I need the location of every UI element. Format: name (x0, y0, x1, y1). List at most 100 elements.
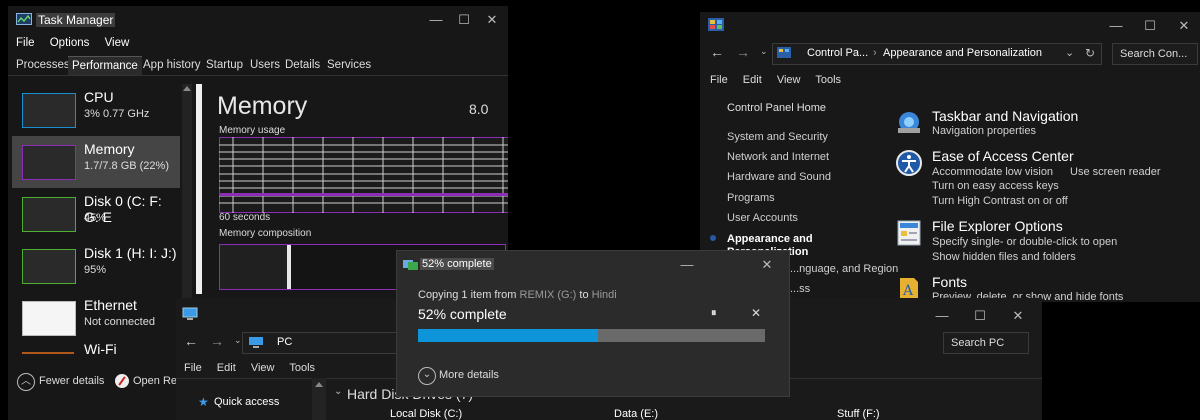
nav-user-accounts[interactable]: User Accounts (727, 212, 798, 224)
location-pc[interactable]: PC (277, 336, 292, 348)
menu-bar: File Edit View Tools (710, 74, 841, 86)
destination-link[interactable]: Hindi (592, 289, 617, 301)
task-manager-titlebar[interactable]: Task Manager — ☐ ✕ (8, 6, 508, 34)
tab-users[interactable]: Users (246, 56, 284, 74)
minimize-button[interactable]: — (1102, 12, 1130, 40)
perf-item-memory[interactable]: Memory 1.7/7.8 GB (22%) (12, 136, 180, 188)
minimize-button[interactable]: — (928, 302, 956, 330)
close-button[interactable]: ✕ (1170, 12, 1198, 40)
detail-separator (196, 84, 202, 294)
scroll-up-arrow[interactable] (183, 86, 191, 91)
tab-app-history[interactable]: App history (139, 56, 205, 74)
nav-pane-scrollbar[interactable] (312, 378, 326, 420)
chevron-down-icon[interactable]: ⌄ (418, 367, 436, 385)
memory-composition-label: Memory composition (219, 228, 312, 239)
menu-edit[interactable]: Edit (217, 362, 236, 374)
source-link[interactable]: REMIX (G:) (520, 289, 577, 301)
memory-total: 8.0 (469, 101, 489, 117)
navigation-properties-link[interactable]: Navigation properties (932, 125, 1036, 137)
nav-network-internet[interactable]: Network and Internet (727, 151, 829, 163)
breadcrumb-appearance[interactable]: Appearance and Personalization (883, 47, 1042, 59)
single-double-click-link[interactable]: Specify single- or double-click to open (932, 236, 1117, 248)
pause-button[interactable]: ⏸ (711, 307, 717, 320)
accommodate-low-vision-link[interactable]: Accommodate low vision (932, 166, 1053, 178)
menu-file[interactable]: File (710, 74, 728, 86)
fewer-details-button[interactable]: Fewer details (39, 375, 104, 387)
breadcrumb-control-panel[interactable]: Control Pa... (807, 47, 868, 59)
file-explorer-options-link[interactable]: File Explorer Options (932, 218, 1063, 234)
control-panel-icon (708, 18, 724, 31)
tab-divider (8, 75, 508, 76)
progress-fill (418, 329, 599, 342)
perf-item-disk0[interactable]: Disk 0 (C: F: G: E 45% (12, 188, 180, 240)
menu-file[interactable]: File (184, 362, 202, 374)
forward-arrow-icon[interactable]: → (736, 44, 750, 60)
perf-item-disk1[interactable]: Disk 1 (H: I: J:) 95% (12, 240, 180, 292)
maximize-button[interactable]: ☐ (966, 302, 994, 330)
menu-edit[interactable]: Edit (743, 74, 762, 86)
minimize-button[interactable]: — (673, 251, 701, 279)
menu-view[interactable]: View (251, 362, 275, 374)
drive-e[interactable]: Data (E:) (614, 408, 658, 420)
copy-icon (403, 260, 418, 270)
menu-file[interactable]: File (16, 37, 35, 49)
menu-bar: File Options View (16, 37, 141, 49)
close-button[interactable]: ✕ (478, 6, 506, 34)
maximize-button[interactable]: ☐ (450, 6, 478, 34)
close-button[interactable]: ✕ (1004, 302, 1032, 330)
chevron-up-icon[interactable]: ︿ (17, 373, 35, 391)
collapse-chevron-icon[interactable]: ⌄ (334, 386, 342, 397)
search-box[interactable]: Search Con... (1112, 43, 1198, 65)
menu-view[interactable]: View (105, 37, 130, 49)
perf-item-name: Disk 1 (H: I: J:) (84, 245, 177, 261)
drive-f[interactable]: Stuff (F:) (837, 408, 880, 420)
perf-item-name: Memory (84, 141, 135, 157)
tab-performance[interactable]: Performance (68, 56, 142, 75)
minimize-button[interactable]: — (422, 6, 450, 34)
nav-hardware-sound[interactable]: Hardware and Sound (727, 171, 831, 183)
high-contrast-link[interactable]: Turn High Contrast on or off (932, 195, 1068, 207)
back-arrow-icon[interactable]: ← (184, 333, 198, 349)
easy-access-keys-link[interactable]: Turn on easy access keys (932, 180, 1059, 192)
scroll-up-arrow[interactable] (315, 382, 323, 387)
recent-locations-icon[interactable]: ⌄ (760, 46, 768, 57)
tab-startup[interactable]: Startup (202, 56, 247, 74)
fonts-link[interactable]: Fonts (932, 274, 967, 290)
menu-tools[interactable]: Tools (289, 362, 315, 374)
nav-system-security[interactable]: System and Security (727, 131, 828, 143)
nav-programs[interactable]: Programs (727, 192, 775, 204)
address-bar[interactable]: PC (242, 332, 398, 354)
menu-tools[interactable]: Tools (815, 74, 841, 86)
nav-ease-of-access[interactable]: ...ss (790, 283, 810, 295)
perf-item-cpu[interactable]: CPU 3% 0.77 GHz (12, 84, 180, 136)
forward-arrow-icon[interactable]: → (210, 333, 224, 349)
refresh-icon[interactable]: ↻ (1085, 46, 1095, 60)
perf-item-wifi[interactable]: Wi-Fi (12, 341, 180, 362)
nav-control-panel-home[interactable]: Control Panel Home (727, 102, 826, 114)
drive-c[interactable]: Local Disk (C:) (390, 408, 462, 420)
close-button[interactable]: ✕ (753, 251, 781, 279)
back-arrow-icon[interactable]: ← (710, 44, 724, 60)
recent-locations-icon[interactable]: ⌄ (234, 335, 242, 346)
use-screen-reader-link[interactable]: Use screen reader (1070, 166, 1161, 178)
search-box[interactable]: Search PC (943, 332, 1029, 354)
nav-appearance-line1[interactable]: Appearance and (727, 233, 813, 245)
show-hidden-files-link[interactable]: Show hidden files and folders (932, 251, 1076, 263)
address-bar[interactable]: Control Pa... › Appearance and Personali… (772, 43, 1102, 65)
quick-access-link[interactable]: Quick access (214, 396, 279, 408)
menu-options[interactable]: Options (50, 37, 90, 49)
menu-view[interactable]: View (777, 74, 801, 86)
dropdown-chevron-icon[interactable]: ⌄ (1065, 46, 1074, 59)
tab-services[interactable]: Services (323, 56, 375, 74)
ease-of-access-icon (896, 150, 922, 176)
copy-progress-dialog: 52% complete — ✕ Copying 1 item from REM… (396, 250, 790, 397)
cancel-copy-button[interactable]: ✕ (751, 306, 761, 320)
tab-processes[interactable]: Processes (12, 56, 74, 74)
nav-clock-language-region[interactable]: ...nguage, and Region (790, 263, 898, 275)
more-details-button[interactable]: More details (439, 369, 499, 381)
taskbar-navigation-link[interactable]: Taskbar and Navigation (932, 108, 1078, 124)
maximize-button[interactable]: ☐ (1136, 12, 1164, 40)
tab-details[interactable]: Details (281, 56, 324, 74)
ease-of-access-center-link[interactable]: Ease of Access Center (932, 148, 1074, 164)
perf-item-ethernet[interactable]: Ethernet Not connected (12, 292, 180, 344)
